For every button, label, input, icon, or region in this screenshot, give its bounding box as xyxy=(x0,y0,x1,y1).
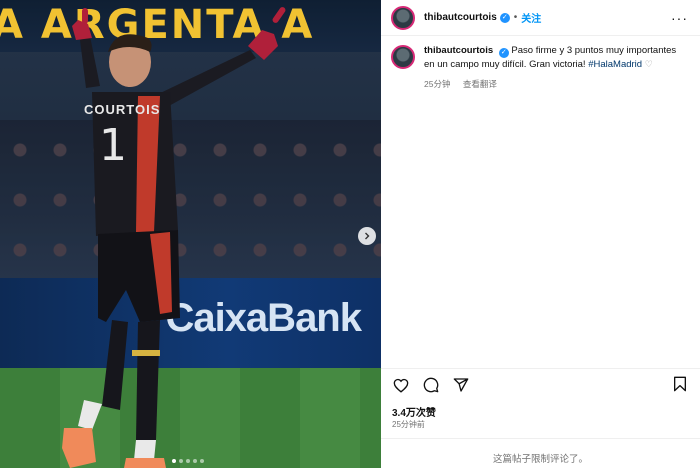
player-figure xyxy=(62,7,286,468)
carousel-dot xyxy=(200,459,204,463)
share-icon xyxy=(453,378,469,392)
heart-outline-icon[interactable]: ♡ xyxy=(645,59,653,69)
username-link[interactable]: thibautcourtois xyxy=(424,12,497,23)
carousel-indicator xyxy=(172,459,204,463)
like-count[interactable]: 3.4万次赞 xyxy=(392,404,436,419)
post-image[interactable]: A ARGENTA A CaixaBank COURTOIS 1 xyxy=(0,0,381,468)
carousel-next-button[interactable] xyxy=(358,227,376,245)
caption: thibautcourtois ✓ Paso firme y 3 puntos … xyxy=(391,45,691,90)
shirt-name: COURTOIS xyxy=(84,102,161,117)
caption-body: thibautcourtois ✓ Paso firme y 3 puntos … xyxy=(424,45,689,90)
hashtag-link[interactable]: #HalaMadrid xyxy=(588,59,642,70)
post-timestamp: 25分钟前 xyxy=(392,420,425,429)
post-header: thibautcourtois ✓ • 关注 ··· xyxy=(381,0,700,36)
comment-icon xyxy=(423,377,439,393)
avatar[interactable] xyxy=(391,5,415,30)
view-translation-link[interactable]: 查看翻译 xyxy=(463,79,497,89)
caption-avatar[interactable] xyxy=(391,45,415,69)
verified-badge-icon: ✓ xyxy=(498,48,509,58)
carousel-dot xyxy=(193,459,197,463)
verified-badge-icon: ✓ xyxy=(499,12,510,23)
divider xyxy=(381,438,700,439)
divider xyxy=(381,368,700,369)
comments-limited-notice: 这篇帖子限制评论了。 xyxy=(492,454,588,465)
separator-dot: • xyxy=(513,12,518,23)
share-button[interactable] xyxy=(452,376,470,394)
caption-meta: 25分钟 查看翻译 xyxy=(424,78,689,91)
post-details-panel: thibautcourtois ✓ • 关注 ··· thibautcourto… xyxy=(381,0,700,468)
follow-button[interactable]: 关注 xyxy=(521,10,541,25)
like-button[interactable] xyxy=(392,376,410,394)
carousel-dot xyxy=(172,459,176,463)
shirt-number: 1 xyxy=(99,120,127,171)
caption-time: 25分钟 xyxy=(424,78,451,89)
carousel-dot xyxy=(186,459,190,463)
carousel-dot xyxy=(179,459,183,463)
action-bar xyxy=(392,376,470,394)
bookmark-icon xyxy=(674,376,686,392)
heart-icon xyxy=(393,378,409,393)
chevron-right-icon xyxy=(365,232,370,240)
save-button[interactable] xyxy=(672,376,690,394)
comment-button[interactable] xyxy=(422,376,440,394)
more-options-icon[interactable]: ··· xyxy=(671,10,688,26)
caption-username[interactable]: thibautcourtois xyxy=(424,45,493,56)
